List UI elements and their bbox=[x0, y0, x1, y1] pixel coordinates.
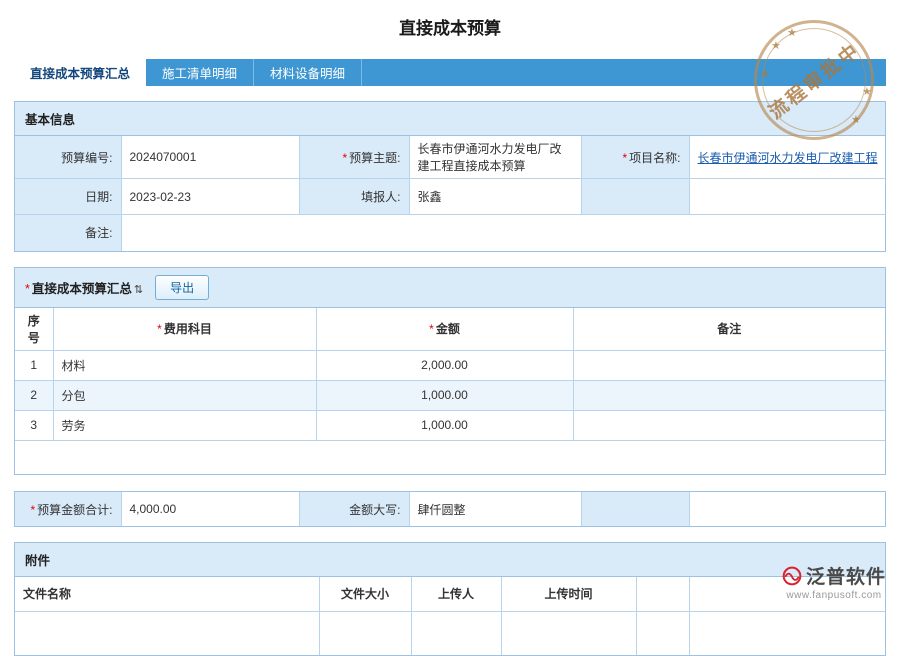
empty-value-cell bbox=[689, 492, 885, 526]
project-name-label: *项目名称: bbox=[581, 136, 689, 179]
attachments-empty-row bbox=[15, 611, 885, 655]
basic-info-title: 基本信息 bbox=[15, 102, 885, 136]
totals-row: *预算金额合计: 4,000.00 金额大写: 肆仟圆整 bbox=[15, 492, 885, 526]
vendor-logo: 泛普软件 www.fanpusoft.com bbox=[782, 562, 886, 601]
attachments-title: 附件 bbox=[15, 543, 885, 577]
row-subject: 材料 bbox=[53, 350, 316, 380]
cost-summary-table: 序号 *费用科目 *金额 备注 1 材料 2,000.00 2 分包 1,000… bbox=[15, 308, 885, 475]
col-subject: *费用科目 bbox=[53, 308, 316, 351]
vendor-name: 泛普软件 bbox=[806, 562, 886, 589]
empty-cell bbox=[15, 440, 885, 474]
empty-table-row bbox=[15, 440, 885, 474]
date-value: 2023-02-23 bbox=[121, 179, 299, 215]
total-amount-value: 4,000.00 bbox=[121, 492, 299, 526]
row-amount: 2,000.00 bbox=[316, 350, 573, 380]
table-row: 2 分包 1,000.00 bbox=[15, 380, 885, 410]
row-subject: 分包 bbox=[53, 380, 316, 410]
row-no: 3 bbox=[15, 410, 53, 440]
required-icon: * bbox=[25, 282, 30, 296]
vendor-website: www.fanpusoft.com bbox=[782, 590, 886, 601]
table-row: 1 材料 2,000.00 bbox=[15, 350, 885, 380]
subject-value: 长春市伊通河水力发电厂改建工程直接成本预算 bbox=[409, 136, 581, 179]
star-icon: ★ bbox=[771, 39, 781, 52]
row-subject: 劳务 bbox=[53, 410, 316, 440]
empty-cell bbox=[411, 611, 501, 655]
budget-no-label: 预算编号: bbox=[15, 136, 121, 179]
remark-value bbox=[121, 215, 885, 251]
basic-info-row: 备注: bbox=[15, 215, 885, 251]
basic-info-row: 日期: 2023-02-23 填报人: 张鑫 bbox=[15, 179, 885, 215]
row-no: 1 bbox=[15, 350, 53, 380]
required-icon: * bbox=[342, 151, 347, 165]
tab-construction-list-detail[interactable]: 施工清单明细 bbox=[146, 59, 254, 86]
reporter-label: 填报人: bbox=[299, 179, 409, 215]
totals-table: *预算金额合计: 4,000.00 金额大写: 肆仟圆整 bbox=[15, 492, 885, 526]
project-name-value: 长春市伊通河水力发电厂改建工程 bbox=[689, 136, 885, 179]
sort-icon[interactable]: ⇅ bbox=[134, 284, 143, 296]
required-icon: * bbox=[622, 151, 627, 165]
required-icon: * bbox=[30, 503, 35, 517]
col-remark: 备注 bbox=[573, 308, 885, 351]
empty-cell bbox=[15, 611, 319, 655]
basic-info-section: 基本信息 预算编号: 2024070001 *预算主题: 长春市伊通河水力发电厂… bbox=[14, 101, 886, 252]
col-uploader: 上传人 bbox=[411, 577, 501, 611]
basic-info-table: 预算编号: 2024070001 *预算主题: 长春市伊通河水力发电厂改建工程直… bbox=[15, 136, 885, 251]
date-label: 日期: bbox=[15, 179, 121, 215]
required-icon: * bbox=[157, 322, 162, 336]
empty-cell bbox=[689, 611, 885, 655]
subject-label: *预算主题: bbox=[299, 136, 409, 179]
empty-cell bbox=[319, 611, 411, 655]
amount-words-label: 金额大写: bbox=[299, 492, 409, 526]
col-file-name: 文件名称 bbox=[15, 577, 319, 611]
empty-header-cell bbox=[636, 577, 689, 611]
empty-cell bbox=[636, 611, 689, 655]
vendor-logo-icon bbox=[782, 566, 802, 586]
remark-label: 备注: bbox=[15, 215, 121, 251]
empty-value-cell bbox=[689, 179, 885, 215]
col-file-size: 文件大小 bbox=[319, 577, 411, 611]
budget-no-value: 2024070001 bbox=[121, 136, 299, 179]
cost-summary-title: *直接成本预算汇总⇅ bbox=[25, 278, 143, 297]
row-remark bbox=[573, 410, 885, 440]
export-button[interactable]: 导出 bbox=[155, 275, 209, 300]
row-no: 2 bbox=[15, 380, 53, 410]
required-icon: * bbox=[429, 322, 434, 336]
totals-section: *预算金额合计: 4,000.00 金额大写: 肆仟圆整 bbox=[14, 491, 886, 527]
col-amount: *金额 bbox=[316, 308, 573, 351]
empty-cell bbox=[501, 611, 636, 655]
tab-bar: 直接成本预算汇总 施工清单明细 材料设备明细 bbox=[14, 59, 886, 86]
cost-summary-header: *直接成本预算汇总⇅ 导出 bbox=[15, 268, 885, 308]
amount-words-value: 肆仟圆整 bbox=[409, 492, 581, 526]
col-no: 序号 bbox=[15, 308, 53, 351]
attachments-section: 附件 文件名称 文件大小 上传人 上传时间 bbox=[14, 542, 886, 656]
cost-summary-section: *直接成本预算汇总⇅ 导出 序号 *费用科目 *金额 备注 1 材料 2,000… bbox=[14, 267, 886, 476]
tab-budget-summary[interactable]: 直接成本预算汇总 bbox=[14, 59, 146, 86]
reporter-value: 张鑫 bbox=[409, 179, 581, 215]
attachments-header-row: 文件名称 文件大小 上传人 上传时间 bbox=[15, 577, 885, 611]
table-row: 3 劳务 1,000.00 bbox=[15, 410, 885, 440]
page-title: 直接成本预算 bbox=[0, 14, 900, 39]
star-icon: ★ bbox=[862, 85, 872, 98]
total-amount-label: *预算金额合计: bbox=[15, 492, 121, 526]
attachments-table: 文件名称 文件大小 上传人 上传时间 bbox=[15, 577, 885, 655]
row-remark bbox=[573, 380, 885, 410]
col-upload-time: 上传时间 bbox=[501, 577, 636, 611]
project-link[interactable]: 长春市伊通河水力发电厂改建工程 bbox=[698, 151, 878, 165]
tab-material-equipment-detail[interactable]: 材料设备明细 bbox=[254, 59, 362, 86]
cost-summary-header-row: 序号 *费用科目 *金额 备注 bbox=[15, 308, 885, 351]
row-amount: 1,000.00 bbox=[316, 380, 573, 410]
row-remark bbox=[573, 350, 885, 380]
empty-label-cell bbox=[581, 179, 689, 215]
row-amount: 1,000.00 bbox=[316, 410, 573, 440]
empty-label-cell bbox=[581, 492, 689, 526]
basic-info-row: 预算编号: 2024070001 *预算主题: 长春市伊通河水力发电厂改建工程直… bbox=[15, 136, 885, 179]
